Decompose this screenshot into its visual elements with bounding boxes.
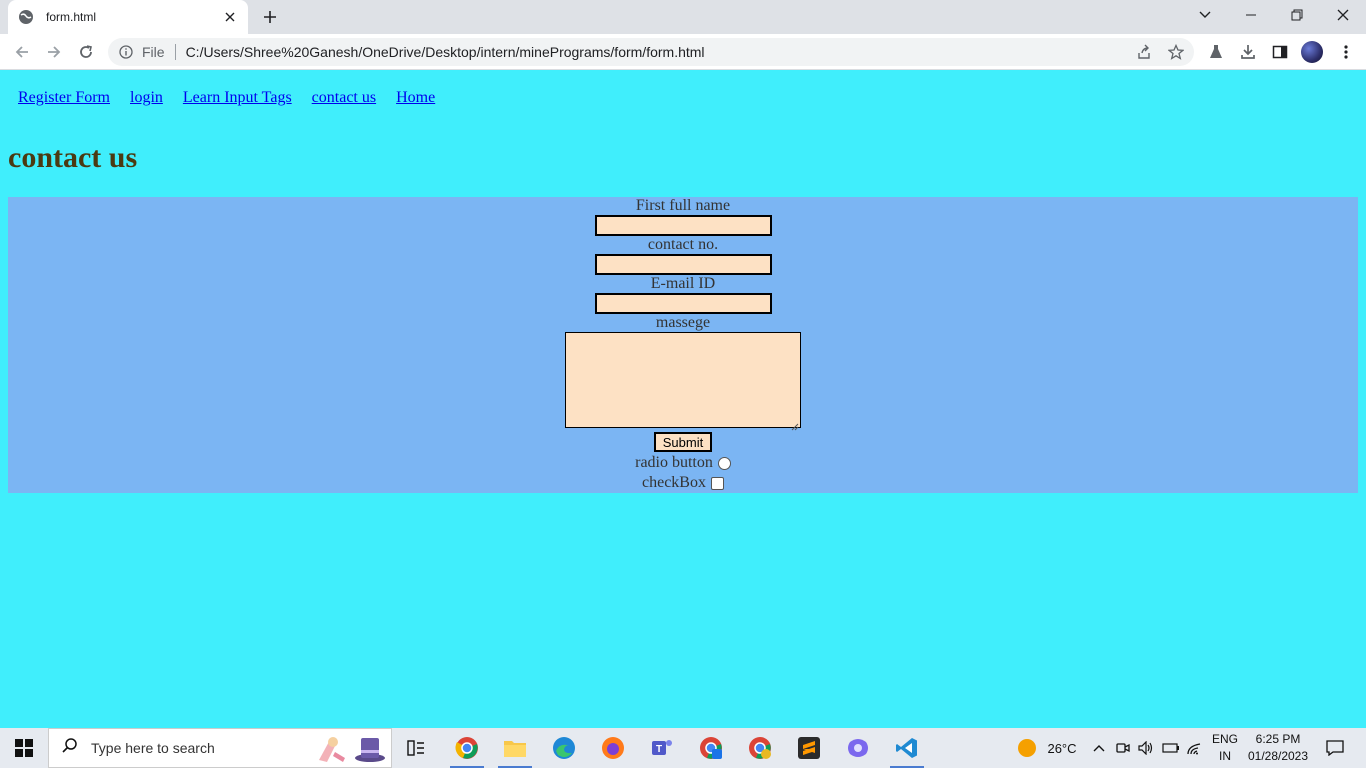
browser-tab[interactable]: form.html: [8, 0, 248, 34]
system-clock[interactable]: 6:25 PM 01/28/2023: [1244, 731, 1312, 765]
close-window-button[interactable]: [1320, 0, 1366, 30]
email-input[interactable]: [595, 293, 772, 314]
meet-now-icon[interactable]: [1114, 728, 1132, 768]
page-title: contact us: [8, 141, 138, 174]
chevron-up-icon[interactable]: [1090, 728, 1108, 768]
first-name-input[interactable]: [595, 215, 772, 236]
address-bar[interactable]: File C:/Users/Shree%20Ganesh/OneDrive/De…: [108, 38, 1194, 66]
language-code: ENG: [1211, 732, 1238, 746]
radio-label: radio button: [635, 454, 713, 471]
close-tab-icon[interactable]: [222, 9, 238, 25]
nav-link-home[interactable]: Home: [396, 89, 435, 107]
nav-link-login[interactable]: login: [130, 89, 163, 107]
browser-titlebar: form.html: [0, 0, 1366, 34]
back-icon[interactable]: [10, 40, 34, 64]
url-text[interactable]: C:/Users/Shree%20Ganesh/OneDrive/Desktop…: [186, 44, 705, 60]
clock-time: 6:25 PM: [1255, 732, 1301, 746]
web-page: Register Form login Learn Input Tags con…: [0, 71, 1366, 728]
browser-toolbar: File C:/Users/Shree%20Ganesh/OneDrive/De…: [0, 34, 1366, 70]
chrome-app-icon[interactable]: [444, 728, 490, 768]
clock-date: 01/28/2023: [1247, 749, 1309, 763]
checkbox-row: checkBox: [8, 474, 1358, 492]
search-highlight-hat-icon: [353, 732, 387, 768]
search-icon: [61, 737, 79, 760]
menu-kebab-icon[interactable]: [1334, 40, 1358, 64]
profile-avatar[interactable]: [1301, 41, 1323, 63]
minimize-button[interactable]: [1228, 0, 1274, 30]
contact-input[interactable]: [595, 254, 772, 275]
first-name-label: First full name: [635, 197, 731, 214]
message-textarea[interactable]: [565, 332, 801, 431]
firefox-app-icon[interactable]: [590, 728, 636, 768]
globe-icon: [18, 9, 34, 25]
copilot-app-icon[interactable]: [835, 728, 881, 768]
new-tab-button[interactable]: [258, 6, 282, 28]
weather-sun-icon[interactable]: [1012, 728, 1042, 768]
labs-flask-icon[interactable]: [1204, 40, 1228, 64]
checkbox[interactable]: [710, 476, 724, 490]
bookmark-star-icon[interactable]: [1164, 40, 1188, 64]
volume-icon[interactable]: [1136, 728, 1156, 768]
nav-link-contact-us[interactable]: contact us: [312, 89, 376, 107]
taskbar-search[interactable]: Type here to search: [48, 728, 392, 768]
nav-link-register-form[interactable]: Register Form: [18, 89, 110, 107]
forward-icon[interactable]: [42, 40, 66, 64]
resize-grip-icon[interactable]: [791, 418, 799, 431]
chrome-profile-c-icon[interactable]: [737, 728, 783, 768]
search-placeholder: Type here to search: [91, 740, 215, 756]
nav-links: Register Form login Learn Input Tags con…: [18, 89, 455, 107]
submit-button[interactable]: Submit: [654, 432, 712, 452]
tab-search-icon[interactable]: [1182, 0, 1228, 30]
edge-app-icon[interactable]: [541, 728, 587, 768]
file-explorer-icon[interactable]: [492, 728, 538, 768]
teams-app-icon[interactable]: T: [639, 728, 685, 768]
contact-label: contact no.: [647, 236, 719, 253]
restore-button[interactable]: [1274, 0, 1320, 30]
search-highlight-ribbon-icon: [315, 732, 349, 768]
wifi-icon[interactable]: [1184, 728, 1206, 768]
email-label: E-mail ID: [650, 275, 716, 292]
contact-form: First full name contact no. E-mail ID ma…: [8, 197, 1358, 493]
info-icon[interactable]: [118, 44, 134, 60]
nav-link-learn-input-tags[interactable]: Learn Input Tags: [183, 89, 292, 107]
message-label: massege: [655, 314, 711, 331]
download-icon[interactable]: [1236, 40, 1260, 64]
chrome-profile-b-icon[interactable]: [688, 728, 734, 768]
language-region: IN: [1219, 749, 1231, 763]
url-scheme: File: [142, 44, 165, 60]
notification-icon[interactable]: [1318, 728, 1352, 768]
side-panel-icon[interactable]: [1268, 40, 1292, 64]
battery-icon[interactable]: [1160, 728, 1182, 768]
tab-title: form.html: [46, 10, 97, 24]
share-icon[interactable]: [1132, 40, 1156, 64]
windows-start-icon[interactable]: [0, 728, 48, 768]
taskbar: Type here to search T 26°C ENG IN 6:25 P…: [0, 728, 1366, 768]
reload-icon[interactable]: [74, 40, 98, 64]
svg-text:T: T: [656, 744, 662, 755]
language-indicator[interactable]: ENG IN: [1208, 731, 1242, 765]
checkbox-label: checkBox: [642, 474, 706, 491]
sublime-text-app-icon[interactable]: [786, 728, 832, 768]
radio-button[interactable]: [717, 456, 731, 470]
task-view-icon[interactable]: [393, 728, 439, 768]
radio-row: radio button: [8, 454, 1358, 472]
weather-temperature[interactable]: 26°C: [1042, 728, 1082, 768]
vscode-app-icon[interactable]: [884, 728, 930, 768]
divider: [174, 44, 176, 60]
